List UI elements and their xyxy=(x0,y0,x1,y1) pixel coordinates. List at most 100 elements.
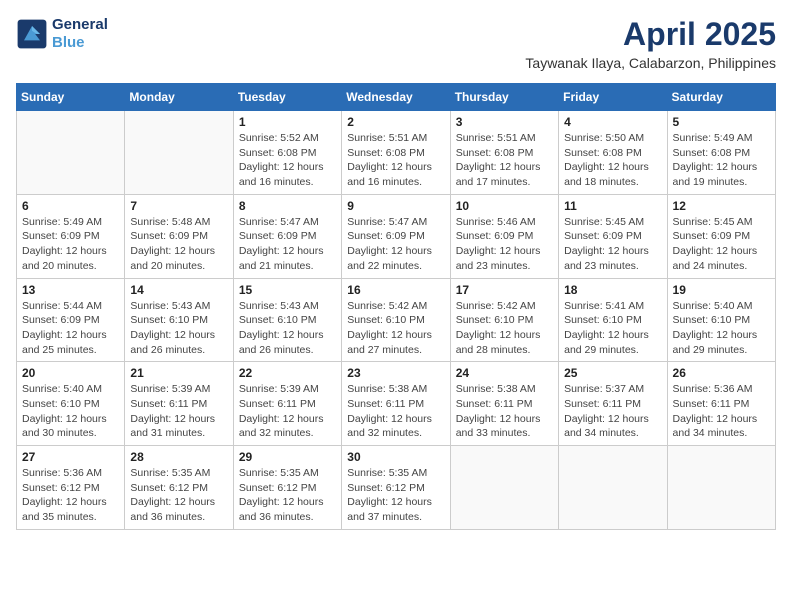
calendar-week-row: 1 Sunrise: 5:52 AM Sunset: 6:08 PM Daylig… xyxy=(17,111,776,195)
calendar-week-row: 13 Sunrise: 5:44 AM Sunset: 6:09 PM Dayli… xyxy=(17,278,776,362)
calendar-cell xyxy=(450,446,558,530)
day-number: 12 xyxy=(673,199,770,213)
day-of-week-header: Thursday xyxy=(450,84,558,111)
day-info: Sunrise: 5:42 AM Sunset: 6:10 PM Dayligh… xyxy=(456,299,553,358)
calendar-cell: 26 Sunrise: 5:36 AM Sunset: 6:11 PM Dayli… xyxy=(667,362,775,446)
day-number: 25 xyxy=(564,366,661,380)
calendar-cell: 21 Sunrise: 5:39 AM Sunset: 6:11 PM Dayli… xyxy=(125,362,233,446)
day-number: 24 xyxy=(456,366,553,380)
calendar-week-row: 27 Sunrise: 5:36 AM Sunset: 6:12 PM Dayli… xyxy=(17,446,776,530)
day-number: 11 xyxy=(564,199,661,213)
day-of-week-header: Friday xyxy=(559,84,667,111)
day-of-week-header: Sunday xyxy=(17,84,125,111)
day-number: 1 xyxy=(239,115,336,129)
page-header: General Blue April 2025 Taywanak Ilaya, … xyxy=(16,16,776,71)
day-info: Sunrise: 5:49 AM Sunset: 6:08 PM Dayligh… xyxy=(673,131,770,190)
location-title: Taywanak Ilaya, Calabarzon, Philippines xyxy=(525,55,776,71)
day-info: Sunrise: 5:47 AM Sunset: 6:09 PM Dayligh… xyxy=(347,215,444,274)
calendar-cell xyxy=(559,446,667,530)
day-number: 29 xyxy=(239,450,336,464)
day-info: Sunrise: 5:45 AM Sunset: 6:09 PM Dayligh… xyxy=(564,215,661,274)
day-info: Sunrise: 5:35 AM Sunset: 6:12 PM Dayligh… xyxy=(239,466,336,525)
day-info: Sunrise: 5:39 AM Sunset: 6:11 PM Dayligh… xyxy=(130,382,227,441)
day-info: Sunrise: 5:50 AM Sunset: 6:08 PM Dayligh… xyxy=(564,131,661,190)
title-block: April 2025 Taywanak Ilaya, Calabarzon, P… xyxy=(525,16,776,71)
day-info: Sunrise: 5:36 AM Sunset: 6:11 PM Dayligh… xyxy=(673,382,770,441)
calendar-cell: 28Sunrise: 5:35 AM Sunset: 6:12 PM Dayli… xyxy=(125,446,233,530)
day-number: 9 xyxy=(347,199,444,213)
calendar-cell: 27 Sunrise: 5:36 AM Sunset: 6:12 PM Dayli… xyxy=(17,446,125,530)
calendar-cell: 6 Sunrise: 5:49 AM Sunset: 6:09 PM Daylig… xyxy=(17,194,125,278)
calendar-cell: 12 Sunrise: 5:45 AM Sunset: 6:09 PM Dayli… xyxy=(667,194,775,278)
logo-icon xyxy=(16,18,48,50)
day-of-week-header: Monday xyxy=(125,84,233,111)
day-info: Sunrise: 5:36 AM Sunset: 6:12 PM Dayligh… xyxy=(22,466,119,525)
calendar-cell: 25 Sunrise: 5:37 AM Sunset: 6:11 PM Dayli… xyxy=(559,362,667,446)
day-info: Sunrise: 5:46 AM Sunset: 6:09 PM Dayligh… xyxy=(456,215,553,274)
day-info: Sunrise: 5:35 AM Sunset: 6:12 PM Dayligh… xyxy=(347,466,444,525)
calendar-cell: 30 Sunrise: 5:35 AM Sunset: 6:12 PM Dayli… xyxy=(342,446,450,530)
day-of-week-header: Saturday xyxy=(667,84,775,111)
calendar-cell: 10 Sunrise: 5:46 AM Sunset: 6:09 PM Dayli… xyxy=(450,194,558,278)
day-number: 30 xyxy=(347,450,444,464)
day-info: Sunrise: 5:38 AM Sunset: 6:11 PM Dayligh… xyxy=(347,382,444,441)
day-info: Sunrise: 5:51 AM Sunset: 6:08 PM Dayligh… xyxy=(347,131,444,190)
day-info: Sunrise: 5:40 AM Sunset: 6:10 PM Dayligh… xyxy=(22,382,119,441)
day-info: Sunrise: 5:49 AM Sunset: 6:09 PM Dayligh… xyxy=(22,215,119,274)
calendar-cell: 11 Sunrise: 5:45 AM Sunset: 6:09 PM Dayli… xyxy=(559,194,667,278)
day-number: 10 xyxy=(456,199,553,213)
logo-text: General Blue xyxy=(52,16,108,52)
calendar-cell: 4 Sunrise: 5:50 AM Sunset: 6:08 PM Daylig… xyxy=(559,111,667,195)
calendar-cell: 24Sunrise: 5:38 AM Sunset: 6:11 PM Dayli… xyxy=(450,362,558,446)
day-info: Sunrise: 5:42 AM Sunset: 6:10 PM Dayligh… xyxy=(347,299,444,358)
calendar-cell: 3 Sunrise: 5:51 AM Sunset: 6:08 PM Daylig… xyxy=(450,111,558,195)
calendar-cell: 18Sunrise: 5:41 AM Sunset: 6:10 PM Dayli… xyxy=(559,278,667,362)
calendar-cell xyxy=(17,111,125,195)
calendar-cell xyxy=(125,111,233,195)
logo: General Blue xyxy=(16,16,108,52)
day-info: Sunrise: 5:45 AM Sunset: 6:09 PM Dayligh… xyxy=(673,215,770,274)
calendar-cell: 13 Sunrise: 5:44 AM Sunset: 6:09 PM Dayli… xyxy=(17,278,125,362)
day-number: 21 xyxy=(130,366,227,380)
calendar-cell: 23 Sunrise: 5:38 AM Sunset: 6:11 PM Dayli… xyxy=(342,362,450,446)
calendar-cell: 19 Sunrise: 5:40 AM Sunset: 6:10 PM Dayli… xyxy=(667,278,775,362)
calendar-cell: 15 Sunrise: 5:43 AM Sunset: 6:10 PM Dayli… xyxy=(233,278,341,362)
calendar-cell: 7Sunrise: 5:48 AM Sunset: 6:09 PM Daylig… xyxy=(125,194,233,278)
day-number: 2 xyxy=(347,115,444,129)
day-number: 13 xyxy=(22,283,119,297)
day-info: Sunrise: 5:43 AM Sunset: 6:10 PM Dayligh… xyxy=(130,299,227,358)
day-info: Sunrise: 5:52 AM Sunset: 6:08 PM Dayligh… xyxy=(239,131,336,190)
day-number: 7 xyxy=(130,199,227,213)
day-number: 18 xyxy=(564,283,661,297)
day-number: 16 xyxy=(347,283,444,297)
day-number: 4 xyxy=(564,115,661,129)
day-number: 26 xyxy=(673,366,770,380)
day-number: 27 xyxy=(22,450,119,464)
calendar-cell: 29 Sunrise: 5:35 AM Sunset: 6:12 PM Dayli… xyxy=(233,446,341,530)
day-number: 3 xyxy=(456,115,553,129)
calendar-cell xyxy=(667,446,775,530)
calendar-week-row: 6 Sunrise: 5:49 AM Sunset: 6:09 PM Daylig… xyxy=(17,194,776,278)
day-info: Sunrise: 5:51 AM Sunset: 6:08 PM Dayligh… xyxy=(456,131,553,190)
day-info: Sunrise: 5:44 AM Sunset: 6:09 PM Dayligh… xyxy=(22,299,119,358)
day-info: Sunrise: 5:37 AM Sunset: 6:11 PM Dayligh… xyxy=(564,382,661,441)
day-info: Sunrise: 5:43 AM Sunset: 6:10 PM Dayligh… xyxy=(239,299,336,358)
calendar-cell: 2 Sunrise: 5:51 AM Sunset: 6:08 PM Daylig… xyxy=(342,111,450,195)
day-number: 23 xyxy=(347,366,444,380)
day-info: Sunrise: 5:40 AM Sunset: 6:10 PM Dayligh… xyxy=(673,299,770,358)
month-title: April 2025 xyxy=(525,16,776,53)
day-number: 22 xyxy=(239,366,336,380)
day-number: 5 xyxy=(673,115,770,129)
day-of-week-header: Tuesday xyxy=(233,84,341,111)
day-number: 8 xyxy=(239,199,336,213)
calendar-week-row: 20Sunrise: 5:40 AM Sunset: 6:10 PM Dayli… xyxy=(17,362,776,446)
day-number: 6 xyxy=(22,199,119,213)
calendar-cell: 8Sunrise: 5:47 AM Sunset: 6:09 PM Daylig… xyxy=(233,194,341,278)
calendar-cell: 17Sunrise: 5:42 AM Sunset: 6:10 PM Dayli… xyxy=(450,278,558,362)
calendar-cell: 16 Sunrise: 5:42 AM Sunset: 6:10 PM Dayli… xyxy=(342,278,450,362)
calendar-cell: 14Sunrise: 5:43 AM Sunset: 6:10 PM Dayli… xyxy=(125,278,233,362)
day-of-week-header: Wednesday xyxy=(342,84,450,111)
day-number: 15 xyxy=(239,283,336,297)
day-number: 19 xyxy=(673,283,770,297)
calendar-cell: 22Sunrise: 5:39 AM Sunset: 6:11 PM Dayli… xyxy=(233,362,341,446)
